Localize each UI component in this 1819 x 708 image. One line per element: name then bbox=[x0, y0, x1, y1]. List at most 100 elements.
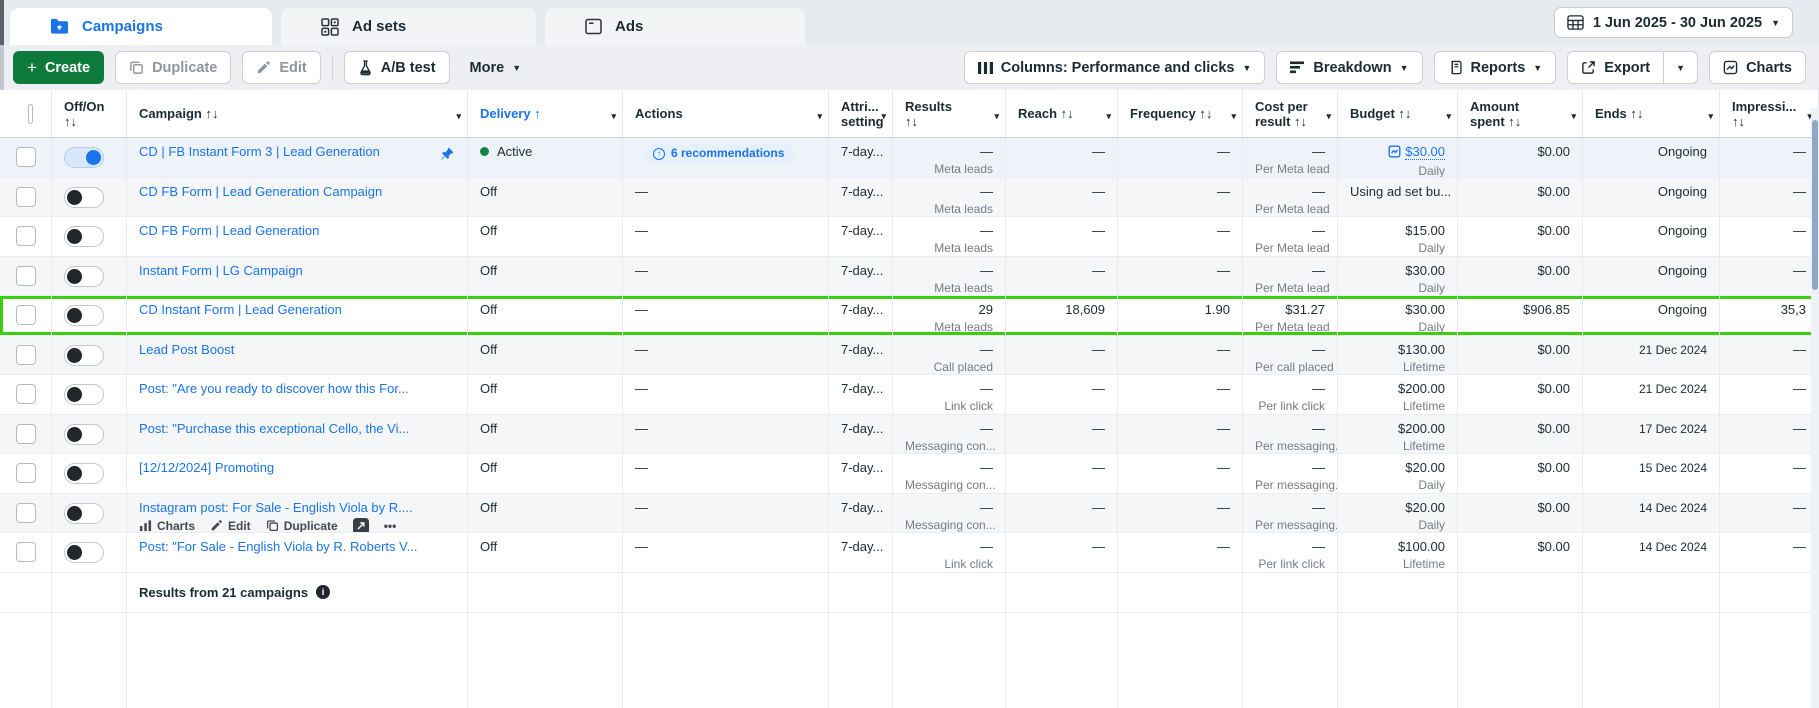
campaign-link[interactable]: Post: "Are you ready to discover how thi… bbox=[139, 381, 437, 396]
column-label: Off/On ↑↓ bbox=[64, 99, 104, 129]
column-header-select[interactable] bbox=[0, 90, 52, 137]
campaign-link[interactable]: Post: "For Sale - English Viola by R. Ro… bbox=[139, 539, 437, 554]
more-actions-ellipsis[interactable]: ••• bbox=[384, 519, 397, 533]
row-action-edit[interactable]: Edit bbox=[210, 519, 251, 533]
campaign-link[interactable]: Instagram post: For Sale - English Viola… bbox=[139, 500, 437, 515]
tab-ads[interactable]: Ads bbox=[545, 8, 805, 45]
campaign-link[interactable]: CD Instant Form | Lead Generation bbox=[139, 302, 437, 317]
row-checkbox[interactable] bbox=[16, 266, 36, 286]
campaign-toggle[interactable] bbox=[64, 503, 104, 524]
column-label: Impressi... ↑↓ bbox=[1732, 99, 1796, 129]
columns-button[interactable]: Columns: Performance and clicks ▼ bbox=[964, 51, 1266, 84]
column-header-campaign[interactable]: Campaign ↑↓▾ bbox=[127, 90, 468, 137]
export-options-caret[interactable]: ▼ bbox=[1663, 52, 1697, 83]
row-checkbox[interactable] bbox=[16, 345, 36, 365]
cell-results: —Meta leads bbox=[893, 138, 1006, 177]
cell-attribution: 7-day... bbox=[829, 415, 893, 454]
edit-button[interactable]: Edit bbox=[242, 51, 320, 84]
campaign-toggle[interactable] bbox=[64, 463, 104, 484]
more-button[interactable]: More ▼ bbox=[461, 51, 531, 84]
column-header-actions[interactable]: Actions▾ bbox=[623, 90, 829, 137]
duplicate-button[interactable]: Duplicate bbox=[115, 51, 231, 84]
campaign-toggle[interactable] bbox=[64, 266, 104, 287]
recommendations-badge[interactable]: ↑6 recommendations bbox=[645, 144, 795, 163]
row-checkbox[interactable] bbox=[16, 424, 36, 444]
column-header-reach[interactable]: Reach ↑↓▾ bbox=[1006, 90, 1118, 137]
row-checkbox[interactable] bbox=[16, 147, 36, 167]
row-action-duplicate[interactable]: Duplicate bbox=[266, 519, 338, 533]
row-checkbox[interactable] bbox=[16, 542, 36, 562]
chevron-down-icon: ▼ bbox=[1676, 63, 1685, 73]
column-header-off_on[interactable]: Off/On ↑↓ bbox=[52, 90, 127, 137]
cell-value: — bbox=[1130, 184, 1230, 200]
ab-test-button[interactable]: A/B test bbox=[344, 51, 450, 84]
campaign-link[interactable]: Post: "Purchase this exceptional Cello, … bbox=[139, 421, 437, 436]
campaign-link[interactable]: CD FB Form | Lead Generation bbox=[139, 223, 437, 238]
cell-value: — bbox=[1732, 184, 1806, 200]
create-label: Create bbox=[45, 60, 90, 76]
cell-cost-per-result: —Per Meta lead bbox=[1243, 257, 1338, 296]
row-action-charts[interactable]: Charts bbox=[139, 519, 195, 533]
cell-value: 7-day... bbox=[841, 184, 880, 200]
campaign-toggle[interactable] bbox=[64, 187, 104, 208]
cell-value: — bbox=[905, 460, 993, 476]
campaign-toggle[interactable] bbox=[64, 147, 104, 168]
campaign-link[interactable]: CD FB Form | Lead Generation Campaign bbox=[139, 184, 437, 199]
cell-value: — bbox=[1255, 342, 1325, 358]
campaign-toggle[interactable] bbox=[64, 345, 104, 366]
footer-cell bbox=[893, 573, 1006, 612]
column-header-ends[interactable]: Ends ↑↓▾ bbox=[1583, 90, 1720, 137]
empty-cell bbox=[829, 613, 893, 708]
campaign-link[interactable]: [12/12/2024] Promoting bbox=[139, 460, 437, 475]
pin-icon[interactable] bbox=[440, 146, 455, 164]
toggle-knob bbox=[67, 506, 82, 521]
row-checkbox[interactable] bbox=[16, 384, 36, 404]
column-header-amount_spent[interactable]: Amount spent ↑↓▾ bbox=[1458, 90, 1583, 137]
column-header-attribution_setting[interactable]: Attri... setting▾ bbox=[829, 90, 893, 137]
charts-label: Charts bbox=[1746, 60, 1792, 76]
select-all-checkbox[interactable] bbox=[28, 104, 33, 124]
tab-campaigns[interactable]: Campaigns bbox=[10, 8, 272, 45]
campaign-link[interactable]: Instant Form | LG Campaign bbox=[139, 263, 437, 278]
column-header-results[interactable]: Results ↑↓▾ bbox=[893, 90, 1006, 137]
column-header-impressions[interactable]: Impressi... ↑↓▾ bbox=[1720, 90, 1819, 137]
budget-link[interactable]: $30.00 bbox=[1405, 144, 1445, 160]
campaign-link[interactable]: Lead Post Boost bbox=[139, 342, 437, 357]
cell-value: — bbox=[1732, 342, 1806, 358]
cell-ends: Ongoing bbox=[1583, 217, 1720, 256]
export-icon bbox=[1581, 60, 1596, 75]
row-checkbox[interactable] bbox=[16, 305, 36, 325]
row-checkbox[interactable] bbox=[16, 503, 36, 523]
cell-reach: — bbox=[1006, 454, 1118, 493]
info-icon[interactable]: i bbox=[316, 585, 330, 599]
column-header-frequency[interactable]: Frequency ↑↓▾ bbox=[1118, 90, 1243, 137]
row-checkbox[interactable] bbox=[16, 187, 36, 207]
campaign-toggle[interactable] bbox=[64, 226, 104, 247]
chevron-down-icon: ▾ bbox=[817, 109, 822, 124]
campaign-toggle[interactable] bbox=[64, 305, 104, 326]
cell-results: —Meta leads bbox=[893, 257, 1006, 296]
tab-ad-sets[interactable]: Ad sets bbox=[281, 8, 536, 45]
share-icon[interactable] bbox=[353, 518, 369, 533]
column-header-delivery[interactable]: Delivery ↑▾ bbox=[468, 90, 623, 137]
campaign-link[interactable]: CD | FB Instant Form 3 | Lead Generation bbox=[139, 144, 437, 159]
date-range-picker[interactable]: 1 Jun 2025 - 30 Jun 2025 ▼ bbox=[1554, 7, 1793, 38]
scrollbar-thumb[interactable] bbox=[1812, 120, 1818, 290]
vertical-scrollbar[interactable] bbox=[1811, 108, 1819, 708]
campaign-toggle[interactable] bbox=[64, 542, 104, 563]
cell-actions: — bbox=[623, 415, 829, 454]
campaigns-table: Off/On ↑↓ Campaign ↑↓▾Delivery ↑▾Actions▾… bbox=[0, 90, 1819, 708]
create-button[interactable]: + Create bbox=[13, 51, 104, 84]
row-checkbox[interactable] bbox=[16, 463, 36, 483]
export-button[interactable]: Export bbox=[1568, 52, 1663, 83]
cell-sublabel: Link click bbox=[905, 557, 993, 571]
campaign-toggle[interactable] bbox=[64, 424, 104, 445]
column-header-budget[interactable]: Budget ↑↓▾ bbox=[1338, 90, 1458, 137]
reports-button[interactable]: Reports ▼ bbox=[1434, 51, 1557, 84]
breakdown-button[interactable]: Breakdown ▼ bbox=[1276, 51, 1422, 84]
cell-delivery: Off bbox=[468, 533, 623, 572]
charts-button[interactable]: Charts bbox=[1709, 51, 1806, 84]
row-checkbox[interactable] bbox=[16, 226, 36, 246]
campaign-toggle[interactable] bbox=[64, 384, 104, 405]
column-header-cost_per_result[interactable]: Cost per result ↑↓▾ bbox=[1243, 90, 1338, 137]
